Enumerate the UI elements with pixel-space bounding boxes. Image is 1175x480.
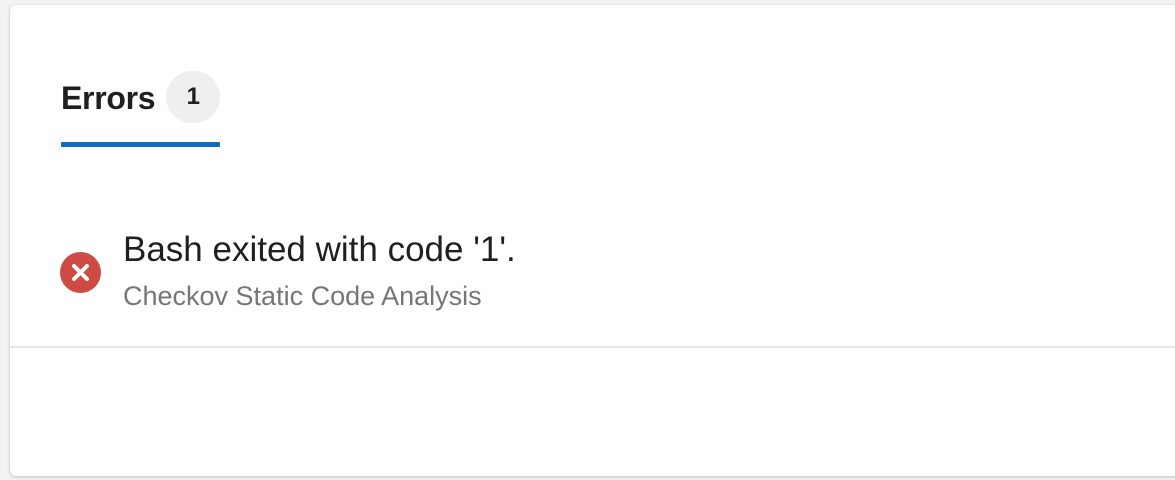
divider [10,346,1175,348]
error-source: Checkov Static Code Analysis [123,281,482,311]
tab-errors-label: Errors [61,80,156,116]
error-circle-icon [60,252,101,293]
error-list-item[interactable]: Bash exited with code '1'. Checkov Stati… [60,227,1175,317]
error-count-badge: 1 [166,71,221,123]
error-message: Bash exited with code '1'. [123,230,516,269]
issues-panel: Errors 1 Bash exited with code '1'. Chec… [10,5,1175,476]
tab-errors[interactable]: Errors 1 [61,70,221,147]
tab-selected-indicator [61,142,221,147]
